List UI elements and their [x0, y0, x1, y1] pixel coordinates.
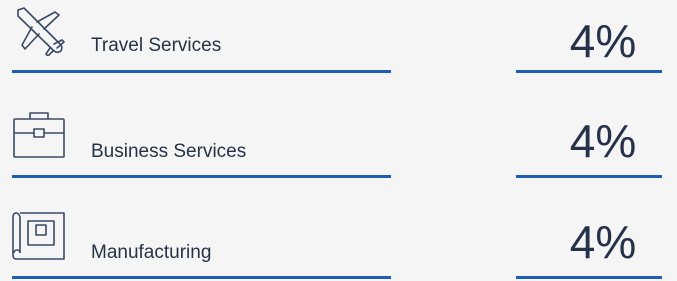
divider-line	[12, 70, 391, 73]
divider-line	[516, 175, 662, 178]
divider-line	[516, 70, 662, 73]
percentage-value: 4%	[569, 15, 637, 67]
briefcase-icon	[10, 109, 68, 161]
industry-row-business-services: Business Services 4%	[0, 93, 677, 186]
blueprint-icon	[10, 209, 68, 261]
industry-row-manufacturing: Manufacturing 4%	[0, 186, 677, 279]
percentage-value: 4%	[569, 115, 637, 167]
airplane-icon	[10, 4, 68, 56]
industry-label: Travel Services	[91, 35, 222, 56]
industry-label: Business Services	[91, 141, 247, 162]
industry-label: Manufacturing	[91, 242, 212, 263]
divider-line	[12, 175, 391, 178]
percentage-value: 4%	[569, 216, 637, 268]
divider-line	[12, 276, 391, 279]
divider-line	[516, 276, 662, 279]
industry-row-travel-services: Travel Services 4%	[0, 0, 677, 93]
